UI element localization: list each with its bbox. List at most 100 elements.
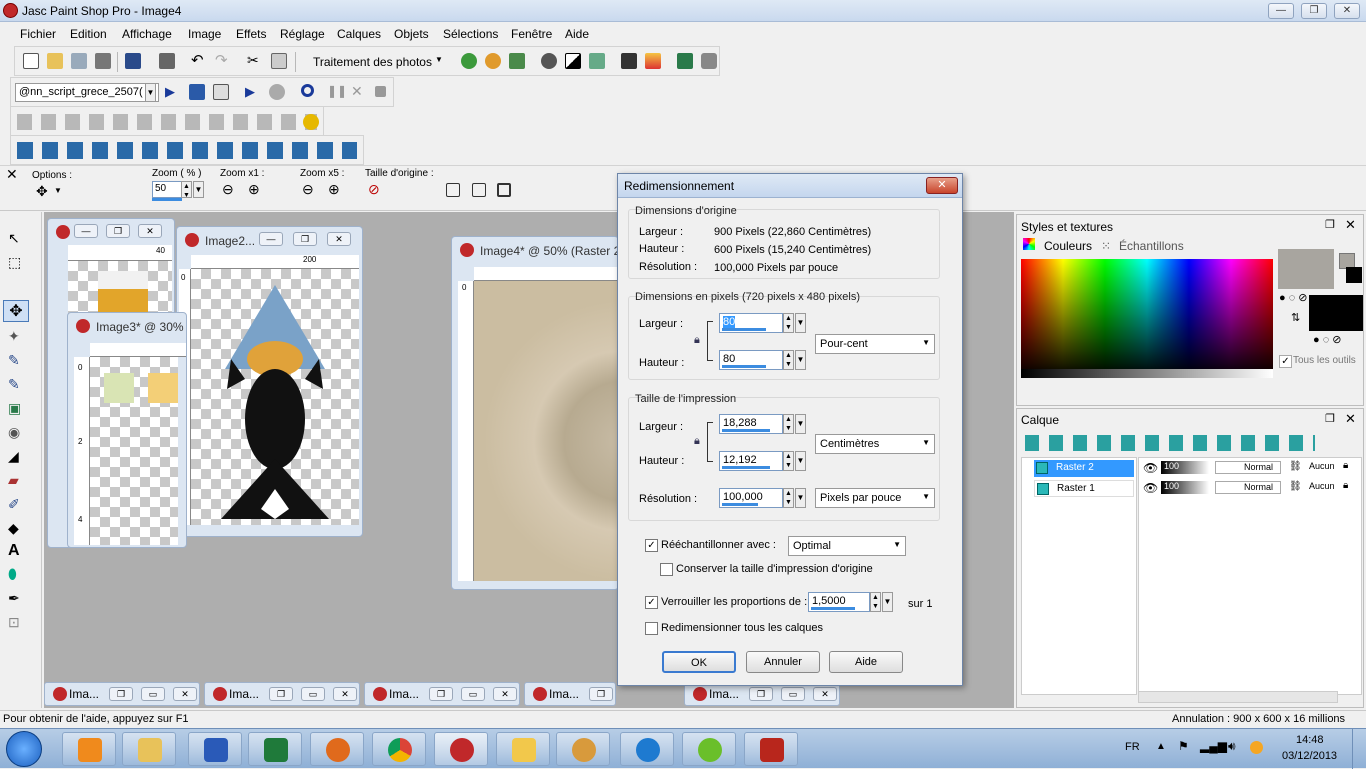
- cancel-icon[interactable]: ✕: [351, 83, 367, 99]
- learning-center-icon[interactable]: [645, 53, 661, 69]
- tray-app-icon[interactable]: [1250, 741, 1263, 754]
- print-unit-select[interactable]: Centimètres ▼: [815, 434, 935, 454]
- interactive-script-icon[interactable]: [213, 84, 229, 100]
- print-resolution-input[interactable]: 100,000: [719, 488, 783, 508]
- start-button[interactable]: [6, 731, 42, 767]
- resample-method-select[interactable]: Optimal ▼: [788, 536, 906, 556]
- flag-icon[interactable]: ⚑: [1178, 739, 1189, 753]
- script-select[interactable]: @nn_script_grece_2507(: [15, 83, 159, 102]
- pointer-icon[interactable]: ↖: [8, 230, 20, 247]
- print-resolution-spinner[interactable]: ▲ ▼: [783, 488, 794, 508]
- minimized-window-4[interactable]: Ima... ❐: [524, 682, 616, 706]
- ratio-spinner[interactable]: ▲ ▼: [870, 592, 881, 612]
- keep-print-size-checkbox[interactable]: [660, 563, 673, 576]
- minimized-window-3[interactable]: Ima... ❐ ▭ ✕: [364, 682, 520, 706]
- chevron-down-icon[interactable]: ▼: [193, 181, 204, 198]
- minimized-window-2[interactable]: Ima... ❐ ▭ ✕: [204, 682, 360, 706]
- effects-icons[interactable]: [17, 142, 357, 159]
- all-tools-checkbox[interactable]: ✓: [1279, 355, 1292, 368]
- image-canvas[interactable]: [474, 281, 620, 581]
- fade-correction-icon[interactable]: [485, 53, 501, 69]
- chevron-down-icon[interactable]: ▼: [795, 488, 806, 508]
- pixel-unit-select[interactable]: Pour-cent ▼: [815, 334, 935, 354]
- maximize-button[interactable]: ▭: [461, 687, 485, 701]
- menu-effets[interactable]: Effets: [236, 27, 266, 41]
- copy-icon[interactable]: [271, 53, 287, 69]
- vector-pen-icon[interactable]: ✒: [8, 590, 20, 607]
- restore-button[interactable]: ❐: [109, 687, 133, 701]
- close-button[interactable]: ✕: [493, 687, 517, 701]
- close-button[interactable]: ✕: [327, 232, 351, 246]
- restore-icon[interactable]: ❐: [1325, 218, 1335, 231]
- help-button[interactable]: Aide: [829, 651, 903, 673]
- landscape-icon[interactable]: [509, 53, 525, 69]
- visibility-eye-icon[interactable]: 👁︎: [1143, 481, 1158, 495]
- fullscreen-icon[interactable]: [497, 183, 511, 197]
- move-icon[interactable]: ✥: [36, 183, 48, 200]
- blend-mode-select[interactable]: Normal: [1215, 481, 1281, 494]
- menu-objets[interactable]: Objets: [394, 27, 429, 41]
- opacity-slider[interactable]: 100: [1161, 481, 1209, 494]
- paintbrush-icon[interactable]: ✎: [8, 376, 20, 393]
- fill-icon[interactable]: ◆: [8, 520, 19, 537]
- restore-button[interactable]: ❐: [269, 687, 293, 701]
- menu-edition[interactable]: Edition: [70, 27, 107, 41]
- red-eye-icon[interactable]: [541, 53, 557, 69]
- all-layers-checkbox[interactable]: [645, 622, 658, 635]
- photo-enhance-icon[interactable]: [461, 53, 477, 69]
- taskbar-excel[interactable]: [248, 732, 302, 766]
- close-button[interactable]: ✕: [138, 224, 162, 238]
- background-eraser-icon[interactable]: ▰: [8, 472, 19, 489]
- menu-affichage[interactable]: Affichage: [122, 27, 172, 41]
- original-size-icon[interactable]: ⊘: [368, 181, 380, 198]
- lock-icon[interactable]: 🔒︎: [1343, 480, 1348, 491]
- image-window-2[interactable]: Image2... — ❐ ✕ 200 0: [176, 226, 363, 537]
- pixel-width-input[interactable]: 80: [719, 313, 783, 333]
- minimized-window-1[interactable]: Ima... ❐ ▭ ✕: [44, 682, 200, 706]
- image-window-3[interactable]: Image3* @ 30% 0 2 4: [67, 312, 187, 548]
- pause-icon[interactable]: ❚❚: [327, 84, 347, 100]
- fit-image-icon[interactable]: [472, 183, 486, 197]
- menu-image[interactable]: Image: [188, 27, 221, 41]
- clone-icon[interactable]: ▣: [8, 400, 21, 417]
- taskbar-ie[interactable]: [620, 732, 674, 766]
- restore-button[interactable]: ❐: [429, 687, 453, 701]
- stop-icon[interactable]: [269, 84, 285, 100]
- taskbar-app[interactable]: [682, 732, 736, 766]
- maximize-button[interactable]: ▭: [141, 687, 165, 701]
- close-button[interactable]: ✕: [813, 687, 837, 701]
- print-height-input[interactable]: 12,192: [719, 451, 783, 471]
- grayscale-strip[interactable]: [1021, 369, 1273, 378]
- foreground-swatch[interactable]: [1278, 249, 1334, 289]
- print-icon[interactable]: [159, 53, 175, 69]
- zoom-out-5-icon[interactable]: ⊖: [302, 181, 314, 198]
- taskbar-psp[interactable]: [434, 732, 488, 766]
- taskbar-mail[interactable]: [496, 732, 550, 766]
- pixel-width-spinner[interactable]: ▲ ▼: [783, 313, 794, 333]
- maximize-button[interactable]: ▭: [781, 687, 805, 701]
- restore-button[interactable]: ❐: [589, 687, 613, 701]
- zoom-in-5-icon[interactable]: ⊕: [328, 181, 340, 198]
- photo-processing-menu[interactable]: Traitement des photos: [313, 55, 432, 69]
- taskbar-explorer[interactable]: [122, 732, 176, 766]
- redo-icon[interactable]: ↷: [215, 53, 231, 69]
- psp-app-icon[interactable]: [3, 3, 18, 18]
- mask-link-icon[interactable]: ⛓: [1289, 481, 1302, 492]
- save-icon[interactable]: [125, 53, 141, 69]
- print-height-spinner[interactable]: ▲ ▼: [783, 451, 794, 471]
- minimize-button[interactable]: —: [74, 224, 98, 238]
- lock-icon[interactable]: 🔒︎: [1343, 460, 1348, 471]
- fit-window-icon[interactable]: [446, 183, 460, 197]
- new-file-icon[interactable]: [23, 53, 39, 69]
- restore-icon[interactable]: ❐: [1325, 412, 1335, 425]
- close-button[interactable]: ✕: [173, 687, 197, 701]
- taskbar-filezilla[interactable]: [744, 732, 798, 766]
- maximize-button[interactable]: ❐: [106, 224, 130, 238]
- visibility-eye-icon[interactable]: 👁︎: [1143, 461, 1158, 475]
- pixel-height-input[interactable]: 80: [719, 350, 783, 370]
- taskbar-word[interactable]: [188, 732, 242, 766]
- taskbar-chrome[interactable]: [372, 732, 426, 766]
- horizontal-scrollbar[interactable]: [1138, 691, 1338, 703]
- chevron-down-icon[interactable]: ▼: [882, 592, 893, 612]
- print-width-input[interactable]: 18,288: [719, 414, 783, 434]
